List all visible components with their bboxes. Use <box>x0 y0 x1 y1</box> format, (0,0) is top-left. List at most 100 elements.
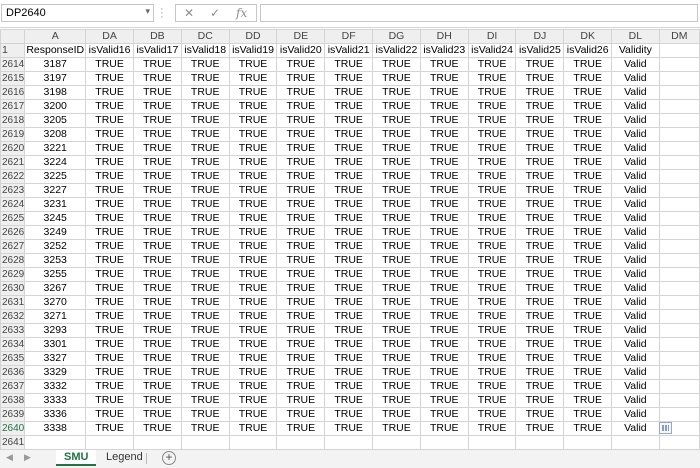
is-valid-cell[interactable]: TRUE <box>372 309 421 324</box>
row-header[interactable]: 2622 <box>0 169 26 184</box>
is-valid-cell[interactable]: TRUE <box>515 57 565 72</box>
is-valid-cell[interactable]: TRUE <box>276 267 326 282</box>
is-valid-cell[interactable]: TRUE <box>372 141 421 156</box>
row-header[interactable]: 2628 <box>0 253 26 268</box>
is-valid-cell[interactable]: TRUE <box>85 267 134 282</box>
is-valid-cell[interactable]: TRUE <box>515 183 565 198</box>
response-id-cell[interactable]: 3338 <box>24 421 87 436</box>
is-valid-cell[interactable]: TRUE <box>467 407 517 422</box>
is-valid-cell[interactable]: TRUE <box>276 197 326 212</box>
is-valid-cell[interactable]: TRUE <box>419 197 469 212</box>
validity-cell[interactable]: Valid <box>611 169 660 184</box>
is-valid-cell[interactable]: TRUE <box>419 309 469 324</box>
is-valid-cell[interactable]: TRUE <box>563 267 613 282</box>
is-valid-cell[interactable]: TRUE <box>324 295 374 310</box>
column-title-cell[interactable]: isValid21 <box>324 43 374 58</box>
response-id-cell[interactable]: 3208 <box>24 127 87 142</box>
is-valid-cell[interactable]: TRUE <box>515 365 565 380</box>
empty-cell[interactable] <box>515 435 565 450</box>
is-valid-cell[interactable]: TRUE <box>85 113 134 128</box>
is-valid-cell[interactable]: TRUE <box>515 351 565 366</box>
is-valid-cell[interactable]: TRUE <box>85 169 134 184</box>
is-valid-cell[interactable]: TRUE <box>563 71 613 86</box>
is-valid-cell[interactable]: TRUE <box>324 155 374 170</box>
row-header[interactable]: 2617 <box>0 99 26 114</box>
is-valid-cell[interactable]: TRUE <box>515 85 565 100</box>
is-valid-cell[interactable]: TRUE <box>276 155 326 170</box>
is-valid-cell[interactable]: TRUE <box>180 337 230 352</box>
is-valid-cell[interactable]: TRUE <box>563 365 613 380</box>
is-valid-cell[interactable]: TRUE <box>228 197 278 212</box>
is-valid-cell[interactable]: TRUE <box>324 169 374 184</box>
is-valid-cell[interactable]: TRUE <box>324 253 374 268</box>
is-valid-cell[interactable]: TRUE <box>228 71 278 86</box>
is-valid-cell[interactable]: TRUE <box>228 183 278 198</box>
validity-cell[interactable]: Valid <box>611 323 660 338</box>
row-header[interactable]: 2638 <box>0 393 26 408</box>
scroll-left-icon[interactable]: ◀ <box>6 452 13 463</box>
is-valid-cell[interactable]: TRUE <box>515 197 565 212</box>
is-valid-cell[interactable]: TRUE <box>276 421 326 436</box>
is-valid-cell[interactable]: TRUE <box>180 281 230 296</box>
row-header[interactable]: 2630 <box>0 281 26 296</box>
is-valid-cell[interactable]: TRUE <box>563 407 613 422</box>
is-valid-cell[interactable]: TRUE <box>228 225 278 240</box>
is-valid-cell[interactable]: TRUE <box>324 85 374 100</box>
is-valid-cell[interactable]: TRUE <box>180 239 230 254</box>
is-valid-cell[interactable]: TRUE <box>85 295 134 310</box>
drag-handle-icon[interactable]: · · · <box>160 4 166 23</box>
empty-cell[interactable] <box>658 239 700 254</box>
is-valid-cell[interactable]: TRUE <box>563 421 613 436</box>
is-valid-cell[interactable]: TRUE <box>228 253 278 268</box>
is-valid-cell[interactable]: TRUE <box>324 393 374 408</box>
is-valid-cell[interactable]: TRUE <box>276 141 326 156</box>
is-valid-cell[interactable]: TRUE <box>132 141 182 156</box>
column-header-dl[interactable]: DL <box>611 29 660 44</box>
response-id-cell[interactable]: 3327 <box>24 351 87 366</box>
empty-cell[interactable] <box>658 71 700 86</box>
is-valid-cell[interactable]: TRUE <box>132 393 182 408</box>
is-valid-cell[interactable]: TRUE <box>419 323 469 338</box>
is-valid-cell[interactable]: TRUE <box>228 239 278 254</box>
empty-cell[interactable] <box>24 435 87 450</box>
is-valid-cell[interactable]: TRUE <box>132 337 182 352</box>
is-valid-cell[interactable]: TRUE <box>467 421 517 436</box>
is-valid-cell[interactable]: TRUE <box>228 155 278 170</box>
is-valid-cell[interactable]: TRUE <box>180 379 230 394</box>
is-valid-cell[interactable]: TRUE <box>515 71 565 86</box>
is-valid-cell[interactable]: TRUE <box>419 351 469 366</box>
empty-cell[interactable] <box>324 435 374 450</box>
is-valid-cell[interactable]: TRUE <box>180 197 230 212</box>
is-valid-cell[interactable]: TRUE <box>276 85 326 100</box>
validity-cell[interactable]: Valid <box>611 155 660 170</box>
is-valid-cell[interactable]: TRUE <box>276 211 326 226</box>
row-header[interactable]: 2614 <box>0 57 26 72</box>
is-valid-cell[interactable]: TRUE <box>515 113 565 128</box>
is-valid-cell[interactable]: TRUE <box>132 127 182 142</box>
is-valid-cell[interactable]: TRUE <box>372 365 421 380</box>
is-valid-cell[interactable]: TRUE <box>180 421 230 436</box>
is-valid-cell[interactable]: TRUE <box>467 267 517 282</box>
is-valid-cell[interactable]: TRUE <box>372 323 421 338</box>
is-valid-cell[interactable]: TRUE <box>276 365 326 380</box>
is-valid-cell[interactable]: TRUE <box>85 351 134 366</box>
is-valid-cell[interactable]: TRUE <box>228 407 278 422</box>
is-valid-cell[interactable]: TRUE <box>180 85 230 100</box>
column-title-cell[interactable]: isValid22 <box>372 43 421 58</box>
is-valid-cell[interactable]: TRUE <box>372 211 421 226</box>
is-valid-cell[interactable]: TRUE <box>180 225 230 240</box>
column-title-cell[interactable]: isValid26 <box>563 43 613 58</box>
validity-cell[interactable]: Valid <box>611 421 660 436</box>
cancel-icon[interactable]: ✕ <box>184 6 194 20</box>
is-valid-cell[interactable]: TRUE <box>467 169 517 184</box>
is-valid-cell[interactable]: TRUE <box>132 323 182 338</box>
empty-cell[interactable] <box>467 435 517 450</box>
is-valid-cell[interactable]: TRUE <box>132 183 182 198</box>
is-valid-cell[interactable]: TRUE <box>132 225 182 240</box>
response-id-cell[interactable]: 3333 <box>24 393 87 408</box>
is-valid-cell[interactable]: TRUE <box>515 169 565 184</box>
is-valid-cell[interactable]: TRUE <box>372 225 421 240</box>
is-valid-cell[interactable]: TRUE <box>228 99 278 114</box>
is-valid-cell[interactable]: TRUE <box>324 281 374 296</box>
is-valid-cell[interactable]: TRUE <box>467 57 517 72</box>
